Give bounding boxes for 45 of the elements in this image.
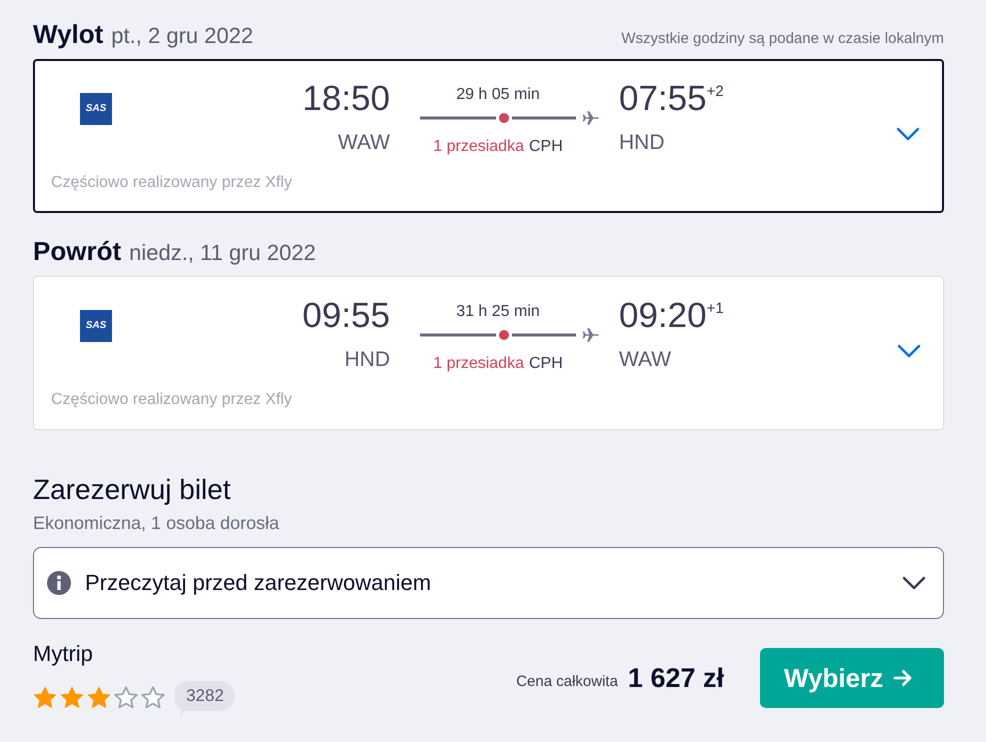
chevron-icon[interactable] xyxy=(902,576,926,590)
operated-by-note: Częściowo realizowany przez Xfly xyxy=(51,173,292,193)
chevron-icon[interactable] xyxy=(897,344,921,358)
arrival-airport: WAW xyxy=(619,347,672,373)
star-icon xyxy=(141,686,165,709)
plane-icon xyxy=(582,109,600,127)
flight-duration: 31 h 25 min xyxy=(456,302,540,322)
star-icon xyxy=(114,686,138,709)
timezone-note: Wszystkie godziny są podane w czasie lokalnym xyxy=(621,29,944,49)
stop-airport: CPH xyxy=(528,137,563,157)
booking-subtitle: Ekonomiczna, 1 osoba dorosła xyxy=(33,512,280,534)
provider-name: Mytrip xyxy=(33,641,93,667)
chevron-icon[interactable] xyxy=(896,127,920,141)
arrival-time: 07:55 xyxy=(619,79,707,119)
airline-logo: SAS xyxy=(80,93,112,125)
info-icon xyxy=(47,571,71,595)
stop-airport: CPH xyxy=(528,354,563,374)
booking-title: Zarezerwuj bilet xyxy=(33,473,231,507)
leg-title: Powrót xyxy=(33,236,122,266)
leg-title: Wylot xyxy=(33,19,104,49)
star-icon xyxy=(33,686,57,709)
arrival-time: 09:20 xyxy=(619,296,707,336)
plane-icon xyxy=(582,326,600,344)
star-icon xyxy=(87,686,111,709)
flight-duration: 29 h 05 min xyxy=(456,85,540,105)
departure-airport: HND xyxy=(344,347,390,373)
leg-date: niedz., 11 gru 2022 xyxy=(129,239,316,267)
star-icon xyxy=(60,686,84,709)
operated-by-note: Częściowo realizowany przez Xfly xyxy=(51,390,292,410)
total-price: 1 627 zł xyxy=(628,662,724,694)
departure-airport: WAW xyxy=(338,130,390,156)
notice-accordion[interactable]: Przeczytaj przed zarezerwowaniem xyxy=(33,547,944,619)
departure-time: 18:50 xyxy=(302,79,390,119)
leg-date: pt., 2 gru 2022 xyxy=(111,22,254,50)
price-label: Cena całkowita xyxy=(516,672,618,692)
stops-count: 1 przesiadka xyxy=(433,354,524,374)
day-offset: +2 xyxy=(706,83,724,101)
arrival-airport: HND xyxy=(619,130,664,156)
review-count: 3282 xyxy=(175,681,235,718)
departure-time: 09:55 xyxy=(302,296,390,336)
notice-label: Przeczytaj przed zarezerwowaniem xyxy=(85,570,432,596)
arrow-right-icon xyxy=(893,668,914,688)
day-offset: +1 xyxy=(706,300,724,318)
stops-count: 1 przesiadka xyxy=(433,137,524,157)
airline-logo: SAS xyxy=(80,310,112,342)
